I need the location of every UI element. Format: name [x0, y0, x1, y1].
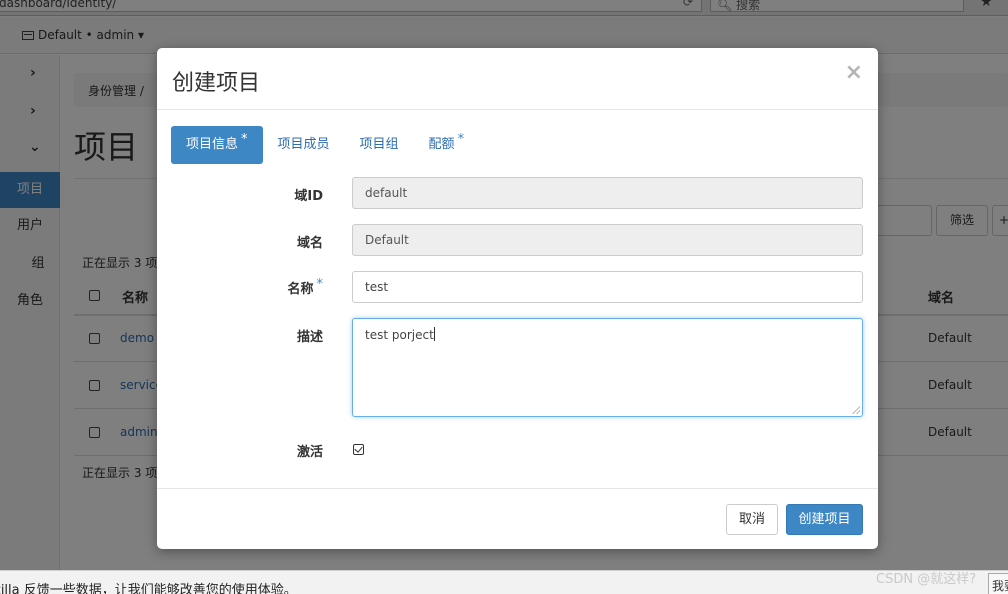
- description-text: test porject: [365, 328, 434, 342]
- notification-bar: zilla 反馈一些数据，让我们能够改善您的使用体验。 我要: [0, 570, 1008, 594]
- text-caret: [433, 327, 435, 341]
- description-textarea[interactable]: test porject: [352, 318, 863, 417]
- tab-project-groups[interactable]: 项目组: [345, 126, 414, 164]
- tab-label: 项目信息: [186, 137, 239, 152]
- enabled-label: 激活: [296, 445, 323, 460]
- domain-id-label: 域ID: [294, 189, 323, 204]
- domain-id-field: default: [352, 177, 863, 209]
- cancel-button[interactable]: 取消: [726, 504, 778, 535]
- resize-handle[interactable]: [852, 406, 860, 414]
- required-marker: *: [316, 277, 324, 292]
- modal-title: 创建项目: [172, 71, 261, 96]
- domain-name-field: Default: [352, 224, 863, 256]
- modal-header: 创建项目 ×: [157, 48, 878, 110]
- required-marker: *: [457, 132, 465, 147]
- tab-label: 项目成员: [277, 137, 330, 152]
- enabled-checkbox[interactable]: [353, 444, 364, 455]
- modal-tabs: 项目信息 * 项目成员 项目组 配额 *: [171, 126, 479, 164]
- tab-project-members[interactable]: 项目成员: [263, 126, 345, 164]
- tab-label: 项目组: [359, 137, 399, 152]
- domain-name-label: 域名: [296, 236, 323, 251]
- name-input[interactable]: test: [352, 271, 863, 303]
- modal-footer: 取消 创建项目: [157, 488, 878, 549]
- create-project-modal: 创建项目 × 项目信息 * 项目成员 项目组 配额 * 域ID default 域名…: [157, 48, 878, 549]
- name-label: 名称 *: [157, 277, 324, 297]
- watermark: CSDN @就这样?: [876, 572, 977, 587]
- tab-quota[interactable]: 配额 *: [414, 126, 480, 164]
- tab-label: 配额: [428, 137, 455, 152]
- required-marker: *: [241, 132, 248, 147]
- close-icon[interactable]: ×: [845, 60, 863, 85]
- create-project-submit-button[interactable]: 创建项目: [786, 504, 863, 535]
- name-label-text: 名称: [287, 282, 314, 297]
- tab-project-info[interactable]: 项目信息 *: [171, 126, 263, 164]
- description-label: 描述: [296, 330, 323, 345]
- notification-action-button[interactable]: 我要: [988, 573, 1008, 594]
- notification-message: zilla 反馈一些数据，让我们能够改善您的使用体验。: [0, 583, 297, 594]
